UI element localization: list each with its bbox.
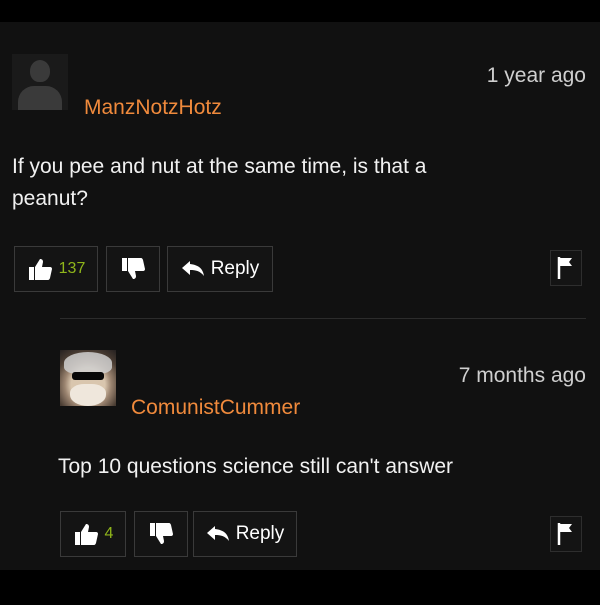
dislike-button[interactable] (106, 246, 160, 292)
like-button[interactable]: 4 (60, 511, 126, 557)
comment-text-line-1: Top 10 questions science still can't ans… (58, 455, 454, 478)
thumbs-up-icon (27, 257, 53, 281)
like-count: 137 (58, 260, 86, 277)
like-button[interactable]: 137 (14, 246, 98, 292)
comment-text-line-1: If you pee and nut at the same time, is … (12, 155, 427, 178)
reply-button[interactable]: Reply (167, 246, 273, 292)
flag-button[interactable] (550, 516, 582, 552)
flag-icon (556, 522, 576, 546)
reply-button[interactable]: Reply (193, 511, 297, 557)
reply-label: Reply (235, 523, 285, 544)
thumbs-down-icon (148, 522, 174, 546)
flag-button[interactable] (550, 250, 582, 286)
comment-timestamp: 1 year ago (486, 64, 586, 87)
default-avatar-icon[interactable] (12, 54, 68, 110)
flag-icon (556, 256, 576, 280)
reply-arrow-icon (206, 525, 230, 543)
thumbs-up-icon (73, 522, 99, 546)
comment-username[interactable]: ComunistCummer (131, 396, 300, 420)
comment-text-line-2: peanut? (12, 187, 88, 210)
like-count: 4 (104, 525, 114, 542)
comment-timestamp: 7 months ago (458, 364, 586, 387)
reply-label: Reply (210, 258, 260, 279)
reply-divider (60, 318, 586, 319)
comment-username[interactable]: ManzNotzHotz (84, 96, 222, 120)
dislike-button[interactable] (134, 511, 188, 557)
user-avatar[interactable] (60, 350, 116, 406)
reply-arrow-icon (181, 260, 205, 278)
thumbs-down-icon (120, 257, 146, 281)
